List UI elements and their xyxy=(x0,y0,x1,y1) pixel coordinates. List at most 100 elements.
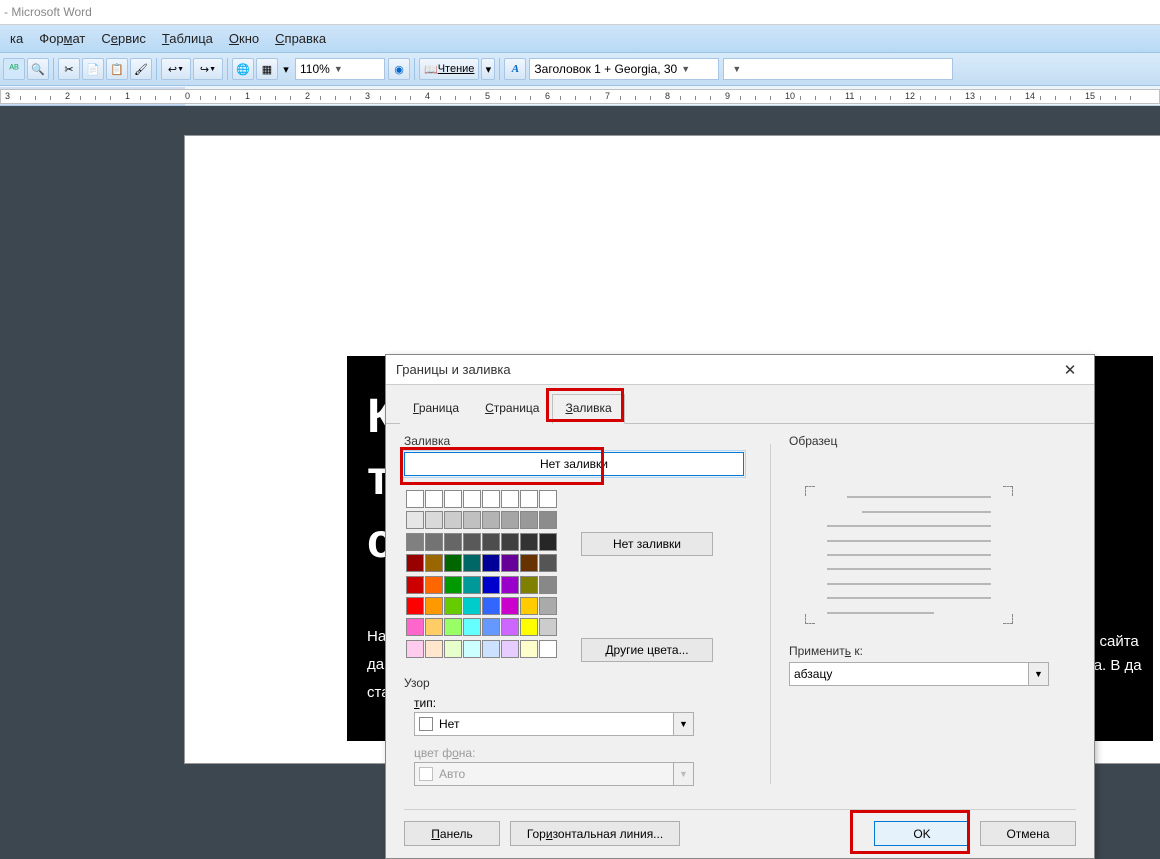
color-swatch[interactable] xyxy=(539,597,557,615)
color-swatch[interactable] xyxy=(425,533,443,551)
color-swatch[interactable] xyxy=(406,511,424,529)
color-swatch[interactable] xyxy=(425,576,443,594)
color-swatch[interactable] xyxy=(444,576,462,594)
color-swatch[interactable] xyxy=(406,618,424,636)
color-swatch[interactable] xyxy=(425,597,443,615)
reading-icon[interactable]: 📖 Чтение xyxy=(419,58,479,80)
more-colors-button[interactable]: Другие цвета... xyxy=(581,638,713,662)
color-swatch[interactable] xyxy=(539,618,557,636)
apply-to-combo[interactable]: абзацу ▼ xyxy=(789,662,1049,686)
cancel-button[interactable]: Отмена xyxy=(980,821,1076,846)
color-swatch[interactable] xyxy=(520,597,538,615)
color-swatch[interactable] xyxy=(425,640,443,658)
style-combo[interactable]: Заголовок 1 + Georgia, 30▼ xyxy=(529,58,719,80)
color-swatch[interactable] xyxy=(444,533,462,551)
close-button[interactable]: ✕ xyxy=(1056,359,1084,381)
color-swatch[interactable] xyxy=(463,511,481,529)
help-icon[interactable]: ◉ xyxy=(388,58,410,80)
color-swatch[interactable] xyxy=(463,554,481,572)
tab-border[interactable]: Граница xyxy=(400,394,472,424)
color-swatch[interactable] xyxy=(520,511,538,529)
color-swatch[interactable] xyxy=(482,618,500,636)
font-combo[interactable]: ▼ xyxy=(723,58,953,80)
color-swatch[interactable] xyxy=(463,576,481,594)
no-fill-selector[interactable]: Нет заливки xyxy=(404,452,744,476)
color-swatch[interactable] xyxy=(520,618,538,636)
spellcheck-icon[interactable]: ᴬᴮ xyxy=(3,58,25,80)
menu-table[interactable]: Таблица xyxy=(154,31,221,46)
color-swatch[interactable] xyxy=(425,511,443,529)
color-swatch[interactable] xyxy=(501,618,519,636)
zoom-combo[interactable]: 110%▼ xyxy=(295,58,385,80)
color-swatch[interactable] xyxy=(482,576,500,594)
reading-dd-icon[interactable]: ▾ xyxy=(481,58,495,80)
color-swatch[interactable] xyxy=(444,640,462,658)
tab-page[interactable]: Страница xyxy=(472,394,552,424)
paste-icon[interactable]: 📋 xyxy=(106,58,128,80)
color-swatch[interactable] xyxy=(482,511,500,529)
color-swatch[interactable] xyxy=(463,618,481,636)
color-swatch[interactable] xyxy=(406,554,424,572)
color-swatch[interactable] xyxy=(539,640,557,658)
table-icon[interactable]: ▦ xyxy=(256,58,278,80)
color-swatch[interactable] xyxy=(425,490,443,508)
color-swatch[interactable] xyxy=(501,640,519,658)
copy-icon[interactable]: 📄 xyxy=(82,58,104,80)
menu-help[interactable]: Справка xyxy=(267,31,334,46)
undo-icon[interactable]: ↩ ▼ xyxy=(161,58,191,80)
color-swatch[interactable] xyxy=(444,511,462,529)
research-icon[interactable]: 🔍 xyxy=(27,58,49,80)
color-swatch[interactable] xyxy=(482,490,500,508)
color-swatch[interactable] xyxy=(539,554,557,572)
color-swatch[interactable] xyxy=(482,554,500,572)
color-swatch[interactable] xyxy=(520,490,538,508)
menu-format[interactable]: Формат xyxy=(31,31,93,46)
color-swatch[interactable] xyxy=(539,533,557,551)
color-swatch[interactable] xyxy=(520,533,538,551)
color-swatch[interactable] xyxy=(406,576,424,594)
menu-insert[interactable]: ка xyxy=(2,31,31,46)
color-swatch[interactable] xyxy=(482,640,500,658)
color-swatch[interactable] xyxy=(501,576,519,594)
color-swatch[interactable] xyxy=(463,490,481,508)
color-swatch[interactable] xyxy=(463,533,481,551)
color-swatch[interactable] xyxy=(501,597,519,615)
color-swatch[interactable] xyxy=(539,511,557,529)
hline-button[interactable]: Горизонтальная линия... xyxy=(510,821,680,846)
color-swatch[interactable] xyxy=(539,490,557,508)
style-icon[interactable]: A xyxy=(504,58,526,80)
color-swatch[interactable] xyxy=(463,640,481,658)
redo-icon[interactable]: ↪ ▼ xyxy=(193,58,223,80)
color-swatch[interactable] xyxy=(482,597,500,615)
color-swatch[interactable] xyxy=(463,597,481,615)
menu-service[interactable]: Сервис xyxy=(93,31,154,46)
panel-button[interactable]: Панель xyxy=(404,821,500,846)
color-swatch[interactable] xyxy=(444,618,462,636)
color-swatch[interactable] xyxy=(406,597,424,615)
color-swatch[interactable] xyxy=(539,576,557,594)
color-swatch[interactable] xyxy=(406,533,424,551)
color-swatch[interactable] xyxy=(444,554,462,572)
color-swatch[interactable] xyxy=(406,640,424,658)
color-swatch[interactable] xyxy=(501,554,519,572)
dropdown-icon[interactable]: ▾ xyxy=(280,58,292,80)
color-swatch[interactable] xyxy=(444,597,462,615)
no-fill-button-side[interactable]: Нет заливки xyxy=(581,532,713,556)
pattern-type-combo[interactable]: Нет ▼ xyxy=(414,712,694,736)
ruler[interactable]: 3210123456789101112131415 xyxy=(0,86,1160,106)
color-swatch[interactable] xyxy=(425,554,443,572)
color-swatch[interactable] xyxy=(501,533,519,551)
ok-button[interactable]: OK xyxy=(874,821,970,846)
color-swatch[interactable] xyxy=(501,490,519,508)
color-swatch[interactable] xyxy=(520,640,538,658)
color-swatch[interactable] xyxy=(520,576,538,594)
menu-window[interactable]: Окно xyxy=(221,31,267,46)
tab-fill[interactable]: Заливка xyxy=(552,394,624,424)
hyperlink-icon[interactable]: 🌐 xyxy=(232,58,254,80)
color-swatch[interactable] xyxy=(482,533,500,551)
color-swatch[interactable] xyxy=(425,618,443,636)
color-swatch[interactable] xyxy=(444,490,462,508)
color-palette[interactable] xyxy=(406,490,557,660)
color-swatch[interactable] xyxy=(520,554,538,572)
color-swatch[interactable] xyxy=(406,490,424,508)
